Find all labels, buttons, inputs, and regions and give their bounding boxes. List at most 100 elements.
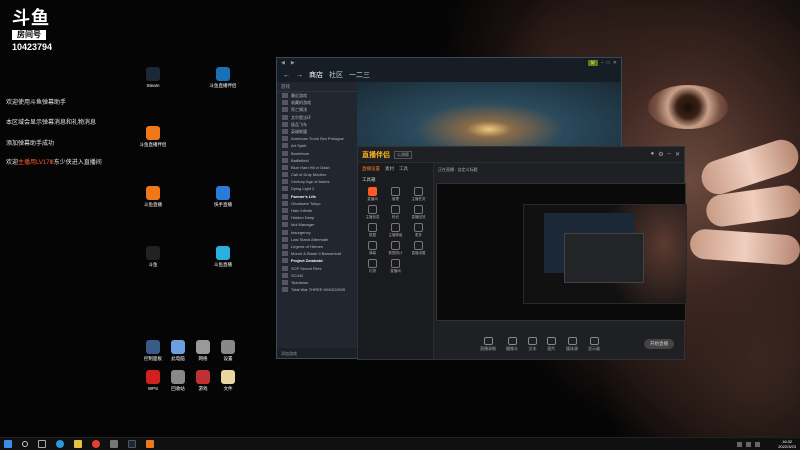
maximize-icon[interactable]: □: [607, 60, 610, 66]
back-icon[interactable]: ←: [283, 72, 290, 79]
store-badge[interactable]: 好: [587, 60, 598, 66]
game-list-item[interactable]: American Truck Sim Prologue: [277, 135, 357, 142]
nav-store[interactable]: 商店: [309, 70, 323, 80]
game-list-item[interactable]: 英雄联盟: [277, 128, 357, 135]
stream-preview[interactable]: [436, 183, 687, 321]
toolbox-item-label: 管理: [392, 197, 399, 201]
game-list-item[interactable]: Ghostwire Tokyo: [277, 200, 357, 207]
folder-icon[interactable]: [74, 440, 82, 448]
search-icon[interactable]: [22, 441, 28, 447]
toolbox-item[interactable]: 管理: [385, 187, 406, 202]
game-list-item[interactable]: 最近游戏: [277, 92, 357, 99]
toolbox-item[interactable]: 直播回放: [408, 205, 429, 220]
game-list-item[interactable]: Total War THREE KINGDOMS: [277, 286, 357, 293]
game-list-item[interactable]: Project Zomboid: [277, 257, 357, 264]
toolbox-item[interactable]: 直播间: [362, 187, 383, 202]
nav-user[interactable]: 一二三: [349, 70, 370, 80]
game-list-item[interactable]: 死亡搁浅: [277, 106, 357, 113]
add-game-button[interactable]: 添加游戏: [277, 348, 357, 358]
volume-icon[interactable]: [746, 441, 752, 447]
back-icon[interactable]: ◀: [281, 60, 285, 66]
desktop-icon-label: Steam: [146, 83, 160, 88]
toolbox-item[interactable]: 主播信息: [362, 205, 383, 220]
desktop-icon-file[interactable]: 文件: [213, 370, 243, 392]
system-tray: [737, 441, 761, 447]
game-list-item[interactable]: Idol Manager: [277, 221, 357, 228]
game-list-item[interactable]: Bombbom: [277, 150, 357, 157]
source-button[interactable]: 摄像头: [506, 336, 518, 352]
store-icon[interactable]: [110, 440, 118, 448]
wps-icon: [146, 370, 160, 384]
steam-titlebar[interactable]: ◀ ▶ 好 – □ ✕: [277, 58, 621, 68]
avatar[interactable]: ●: [651, 151, 655, 158]
streaming-tool-window[interactable]: 直播伴侣 公测版 ● ⚙ – ✕ 直播设置 素材 工具 工具箱 直播间 管理 主播任…: [357, 146, 687, 360]
douyu-taskbar-icon[interactable]: [146, 440, 154, 448]
source-button[interactable]: 直播录制: [480, 336, 496, 352]
tab-live-settings[interactable]: 直播设置: [362, 166, 380, 172]
chrome-icon[interactable]: [92, 440, 100, 448]
desktop-icon-kuaishou[interactable]: 快手直播: [208, 186, 238, 208]
game-list-item[interactable]: Century Age of Ashes: [277, 178, 357, 185]
source-button[interactable]: 显示器: [588, 336, 600, 352]
windows-start-icon[interactable]: [4, 440, 12, 448]
settings-icon[interactable]: ⚙: [658, 151, 663, 158]
toolbox-item[interactable]: 弹幕: [362, 241, 383, 256]
forward-icon[interactable]: ▶: [291, 60, 295, 66]
game-list-item[interactable]: 极品飞车: [277, 121, 357, 128]
game-list-item[interactable]: Dying Light 2: [277, 185, 357, 192]
game-list-item[interactable]: Blue Ham Hit or Dash: [277, 164, 357, 171]
desktop-icon-douyu-tool[interactable]: 斗鱼直播伴侣: [208, 67, 238, 89]
desktop-icon-qq[interactable]: 斗鱼直播: [208, 246, 238, 268]
game-list-item[interactable]: 艾尔登法环: [277, 114, 357, 121]
toolbox-item[interactable]: 数据统计: [385, 241, 406, 256]
source-button[interactable]: 图片: [547, 336, 556, 352]
game-list-item[interactable]: Mount & Blade II Bannerlord: [277, 250, 357, 257]
nav-community[interactable]: 社区: [329, 70, 343, 80]
desktop-icon-douyu3[interactable]: 斗鱼: [138, 246, 168, 268]
game-list-item[interactable]: SCUM: [277, 272, 357, 279]
toolbox-item[interactable]: 主播等级: [385, 223, 406, 238]
ime-icon[interactable]: [755, 441, 761, 447]
close-icon[interactable]: ✕: [613, 60, 617, 66]
game-list-item[interactable]: 收藏的游戏: [277, 99, 357, 106]
steam-taskbar-icon[interactable]: [128, 440, 136, 448]
game-list-item[interactable]: Battlefield: [277, 157, 357, 164]
network-icon[interactable]: [737, 441, 743, 447]
minimize-icon[interactable]: –: [601, 60, 604, 66]
toolbox-item[interactable]: 直播设置: [408, 241, 429, 256]
game-list-item[interactable]: Call of Duty Modern: [277, 171, 357, 178]
game-list-item[interactable]: Halo Infinite: [277, 207, 357, 214]
desktop-icon-live2[interactable]: 斗鱼直播: [138, 186, 168, 208]
clock[interactable]: 16:32 2022/3/23: [778, 439, 796, 449]
close-icon[interactable]: ✕: [675, 151, 680, 158]
tab-materials[interactable]: 素材: [385, 166, 394, 172]
desktop-icon-live1[interactable]: 斗鱼直播伴侣: [138, 126, 168, 148]
toolbox-item[interactable]: 数据: [362, 223, 383, 238]
forward-icon[interactable]: →: [296, 72, 303, 79]
edge-icon[interactable]: [56, 440, 64, 448]
toolbox-item[interactable]: 直播间: [385, 259, 406, 274]
game-list-item[interactable]: Teardown: [277, 279, 357, 286]
game-list-item[interactable]: SCP Secret Files: [277, 265, 357, 272]
toolbox-item[interactable]: 主播任务: [408, 187, 429, 202]
game-list-item[interactable]: Farmer's Life: [277, 193, 357, 200]
desktop-icon-steam[interactable]: Steam: [138, 67, 168, 88]
tab-tools[interactable]: 工具: [399, 166, 408, 172]
game-list: 最近游戏 收藏的游戏 死亡搁浅 艾尔登法环 极品飞车 英雄联盟 American Truck…: [277, 92, 357, 293]
source-button[interactable]: 文本: [528, 336, 537, 352]
library-header[interactable]: 游戏: [277, 82, 357, 92]
game-list-item[interactable]: Insurgency: [277, 229, 357, 236]
game-list-item[interactable]: Legend of Heroes: [277, 243, 357, 250]
tool-titlebar[interactable]: 直播伴侣 公测版 ● ⚙ – ✕: [358, 147, 684, 163]
source-button[interactable]: 媒体源: [566, 336, 578, 352]
desktop-icon-settings[interactable]: 设置: [213, 340, 243, 362]
start-live-button[interactable]: 开始直播: [644, 339, 674, 349]
minimize-icon[interactable]: –: [668, 151, 671, 158]
game-list-item[interactable]: Art Spirit: [277, 142, 357, 149]
task-view-icon[interactable]: [38, 440, 46, 448]
toolbox-item[interactable]: 更多: [408, 223, 429, 238]
toolbox-item[interactable]: 粉丝: [385, 205, 406, 220]
game-list-item[interactable]: Hidden Deep: [277, 214, 357, 221]
game-list-item[interactable]: Last Stand Aftermath: [277, 236, 357, 243]
toolbox-item[interactable]: 礼物: [362, 259, 383, 274]
